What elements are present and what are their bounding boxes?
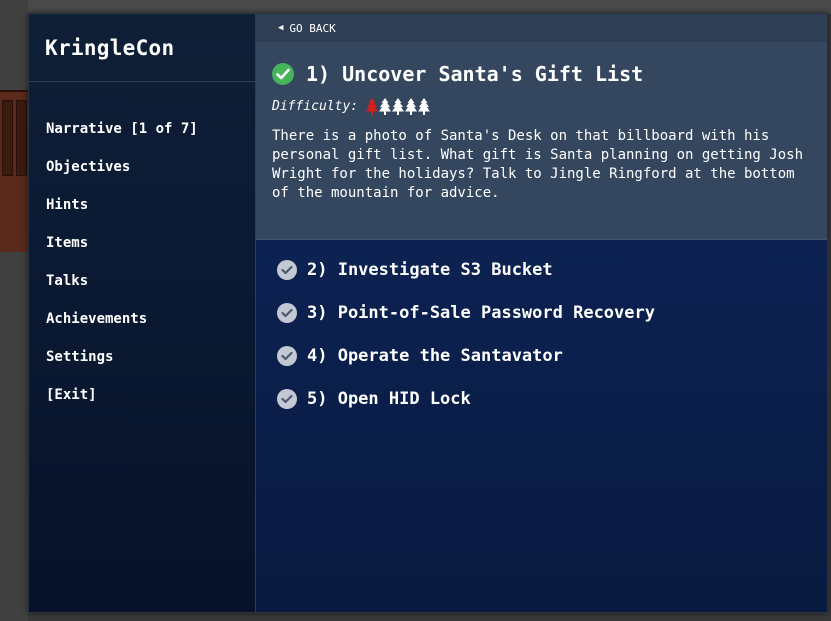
objective-item[interactable]: 2) Investigate S3 Bucket [256,248,827,291]
background-door [0,90,28,252]
objective-label: 2) Investigate S3 Bucket [307,259,553,280]
sidebar: KringleCon Narrative [1 of 7] Objectives… [29,14,256,612]
sidebar-item-items[interactable]: Items [29,224,255,262]
door-pane [2,100,13,176]
objective-list: 2) Investigate S3 Bucket 3) Point-of-Sal… [256,240,827,420]
difficulty-label: Difficulty: [272,99,359,114]
difficulty-rating [366,98,431,115]
difficulty-row: Difficulty: [272,98,811,115]
active-objective-header: 1) Uncover Santa's Gift List [272,62,811,86]
tree-icon [379,98,392,115]
back-arrow-icon: ◀ [278,23,284,33]
tree-icon [366,98,379,115]
check-circle-icon [277,388,297,409]
active-objective-title: 1) Uncover Santa's Gift List [306,62,644,86]
tree-icon [392,98,405,115]
background-top [0,0,831,14]
objective-item[interactable]: 3) Point-of-Sale Password Recovery [256,291,827,334]
active-objective: 1) Uncover Santa's Gift List Difficulty:… [256,42,827,240]
objective-item[interactable]: 4) Operate the Santavator [256,334,827,377]
go-back-button[interactable]: ◀ GO BACK [256,14,827,42]
check-circle-icon [272,63,294,85]
sidebar-item-objectives[interactable]: Objectives [29,148,255,186]
sidebar-item-talks[interactable]: Talks [29,262,255,300]
door-pane [16,100,27,176]
go-back-label: GO BACK [289,21,336,35]
sidebar-item-hints[interactable]: Hints [29,186,255,224]
objective-label: 3) Point-of-Sale Password Recovery [307,302,655,323]
sidebar-item-narrative[interactable]: Narrative [1 of 7] [29,110,255,148]
background-scene [0,0,28,621]
check-circle-icon [277,345,297,366]
sidebar-item-settings[interactable]: Settings [29,338,255,376]
tree-icon [418,98,431,115]
sidebar-item-achievements[interactable]: Achievements [29,300,255,338]
tree-icon [405,98,418,115]
objective-label: 5) Open HID Lock [307,388,471,409]
objectives-panel: ◀ GO BACK 1) Uncover Santa's Gift List D… [256,14,827,612]
badge-window: KringleCon Narrative [1 of 7] Objectives… [28,13,828,613]
objective-item[interactable]: 5) Open HID Lock [256,377,827,420]
objective-description: There is a photo of Santa's Desk on that… [272,128,804,201]
sidebar-item-exit[interactable]: [Exit] [29,376,255,414]
objective-label: 4) Operate the Santavator [307,345,563,366]
check-circle-icon [277,302,297,323]
sidebar-nav: Narrative [1 of 7] Objectives Hints Item… [29,82,255,414]
brand-title: KringleCon [29,14,255,82]
check-circle-icon [277,259,297,280]
